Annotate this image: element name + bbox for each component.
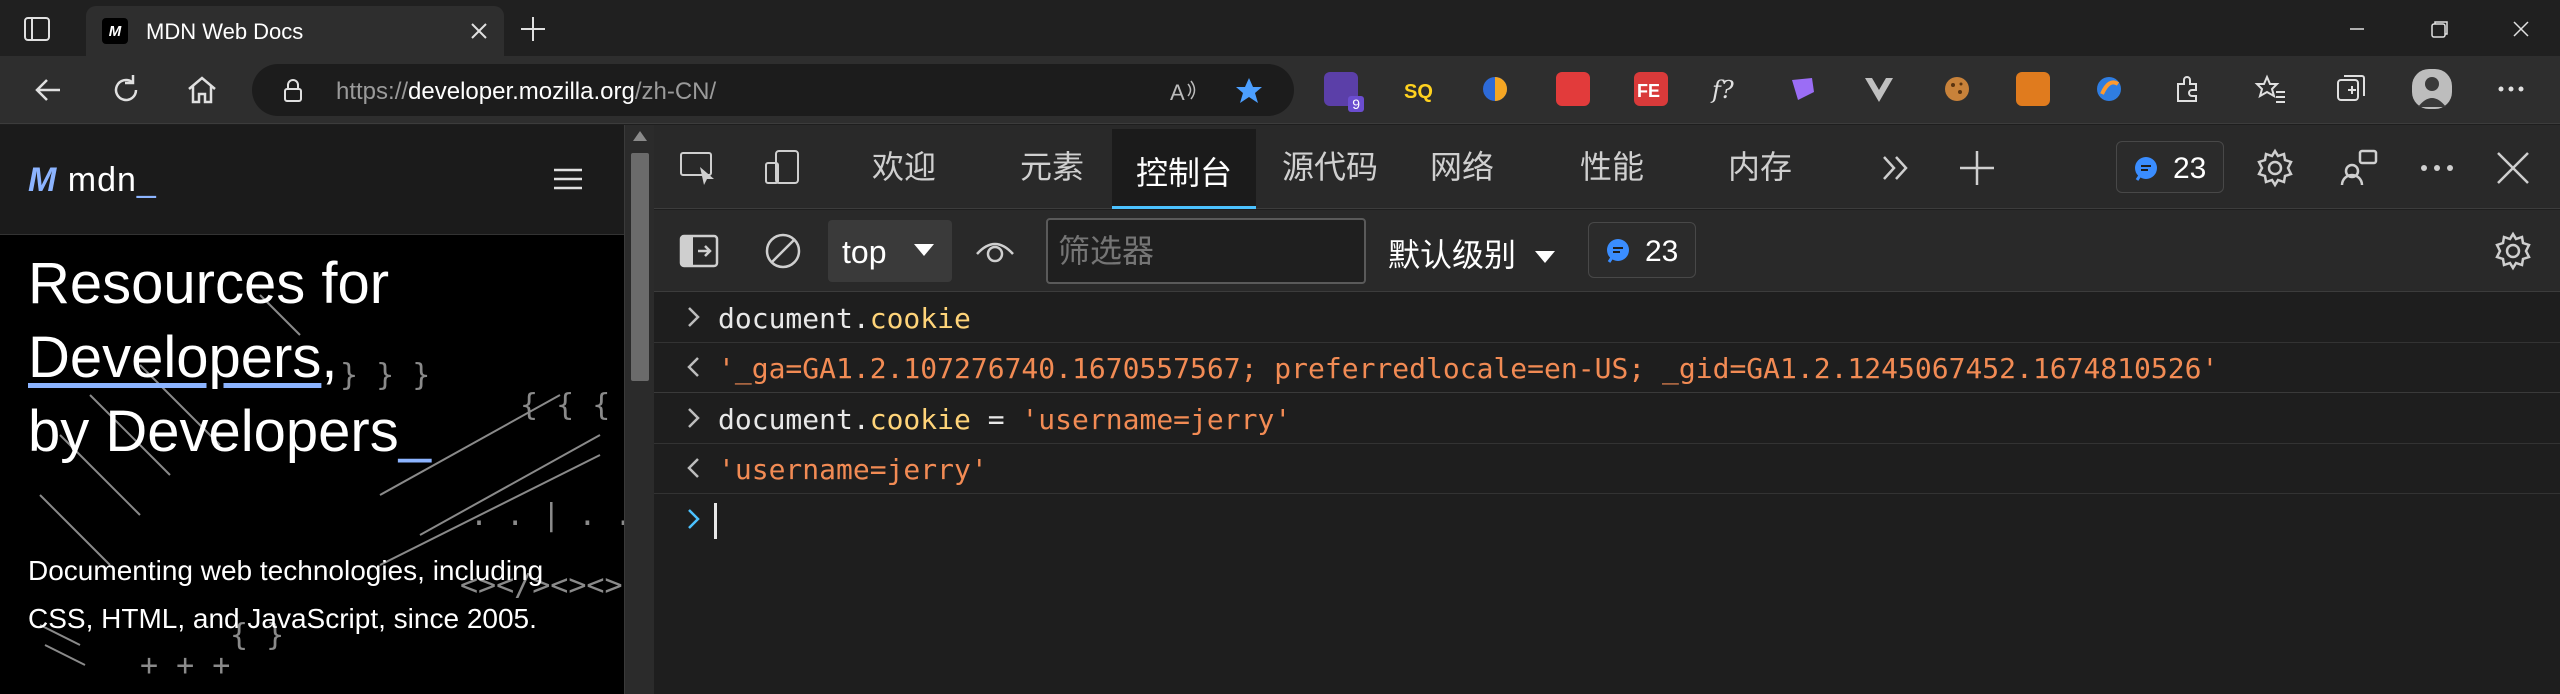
url-text[interactable]: https://developer.mozilla.org/zh-CN/ <box>336 78 716 106</box>
extensions-puzzle-icon[interactable] <box>2170 72 2204 106</box>
console-output[interactable]: document.cookie '_ga=GA1.2.107276740.167… <box>654 293 2560 694</box>
title-bar: M MDN Web Docs <box>0 0 2560 56</box>
extension-purple-icon[interactable] <box>1786 72 1820 106</box>
extension-fe-icon[interactable]: FE <box>1634 72 1668 106</box>
add-tool-icon[interactable] <box>1956 147 1998 189</box>
console-input-line[interactable]: document.cookie <box>654 293 2560 343</box>
tab-elements[interactable]: 元素 <box>1020 145 1084 209</box>
hero-description: Documenting web technologies, including … <box>28 555 544 634</box>
svg-text:f?: f? <box>1710 76 1734 104</box>
console-prompt[interactable] <box>654 495 2560 545</box>
extension-calculator-icon[interactable] <box>2016 72 2050 106</box>
favorites-icon[interactable] <box>2254 72 2288 106</box>
tab-title: MDN Web Docs <box>146 19 304 44</box>
tab-console[interactable]: 控制台 <box>1112 129 1257 209</box>
prompt-chevron-icon <box>688 509 700 529</box>
browser-tab[interactable]: M MDN Web Docs <box>86 6 504 56</box>
profile-avatar[interactable] <box>2412 69 2452 109</box>
tab-performance[interactable]: 性能 <box>1580 145 1644 209</box>
collections-icon[interactable] <box>2334 72 2368 106</box>
context-selector[interactable]: top <box>828 220 952 282</box>
console-message-icon <box>1607 239 1629 263</box>
navigation-bar: https://developer.mozilla.org/zh-CN/ A 9… <box>0 56 2560 124</box>
extension-1-icon[interactable]: 9 <box>1324 72 1364 112</box>
address-bar[interactable]: https://developer.mozilla.org/zh-CN/ A <box>252 64 1294 116</box>
toggle-sidebar-icon[interactable] <box>678 230 720 272</box>
settings-gear-icon[interactable] <box>2254 147 2296 189</box>
output-chevron-icon <box>687 357 699 377</box>
chevron-down-icon <box>914 244 934 256</box>
refresh-icon[interactable] <box>108 72 144 108</box>
svg-text:A: A <box>1170 80 1185 105</box>
home-icon[interactable] <box>184 72 220 108</box>
close-tab-icon[interactable] <box>466 18 492 44</box>
hero-line-2[interactable]: Developers <box>28 325 321 390</box>
favorite-star-icon[interactable] <box>1234 76 1264 106</box>
tab-memory[interactable]: 内存 <box>1728 145 1792 209</box>
more-tabs-icon[interactable] <box>1876 147 1918 189</box>
menu-icon[interactable] <box>552 165 584 193</box>
text-caret <box>714 503 717 539</box>
console-toolbar: top 默认级别 23 <box>654 210 2560 292</box>
back-icon[interactable] <box>30 72 66 108</box>
live-expression-eye-icon[interactable] <box>974 230 1016 272</box>
tab-network[interactable]: 网络 <box>1430 145 1494 209</box>
close-devtools-icon[interactable] <box>2492 147 2534 189</box>
extension-orange-icon[interactable] <box>1478 72 1512 106</box>
extension-cookie-icon[interactable] <box>1940 72 1974 106</box>
device-emulation-icon[interactable] <box>762 147 804 189</box>
minimize-icon[interactable] <box>2342 14 2372 44</box>
extension-cube-icon[interactable] <box>1556 72 1590 106</box>
extension-function-icon[interactable]: f? <box>1710 72 1744 106</box>
new-tab-icon[interactable] <box>518 14 548 44</box>
extension-vue-icon[interactable] <box>1862 72 1896 106</box>
deco-plus: + + + <box>140 648 230 683</box>
restore-icon[interactable] <box>2424 14 2454 44</box>
console-settings-gear-icon[interactable] <box>2492 230 2534 272</box>
output-chevron-icon <box>687 458 699 478</box>
hero-title: Resources for Developers, by Developers_ <box>28 247 588 469</box>
read-aloud-icon[interactable]: A <box>1168 76 1198 106</box>
lock-icon[interactable] <box>280 78 306 104</box>
input-chevron-icon <box>688 408 700 428</box>
inspect-element-icon[interactable] <box>678 147 720 189</box>
scroll-up-arrow-icon[interactable] <box>633 131 647 141</box>
clear-console-icon[interactable] <box>762 230 804 272</box>
mdn-favicon-icon: M <box>102 18 128 44</box>
hero-line-1: Resources for <box>28 251 390 316</box>
extension-globe-icon[interactable] <box>2092 72 2126 106</box>
devtools-more-icon[interactable] <box>2416 147 2458 189</box>
close-window-icon[interactable] <box>2506 14 2536 44</box>
svg-text:FE: FE <box>1637 81 1660 101</box>
tab-sources[interactable]: 源代码 <box>1282 145 1378 209</box>
deco-dots: . . | . . / <box>470 498 624 533</box>
devtools-toolbar: 欢迎 元素 控制台 源代码 网络 性能 内存 23 <box>654 125 2560 209</box>
more-options-icon[interactable] <box>2494 72 2528 106</box>
tab-actions-icon[interactable] <box>22 14 52 44</box>
web-page: { { { } } } . . | . . / { } + + + <></><… <box>0 125 624 694</box>
tab-welcome[interactable]: 欢迎 <box>872 145 936 209</box>
mdn-header: M mdn_ <box>0 125 624 235</box>
input-chevron-icon <box>688 307 700 327</box>
message-icon <box>2135 157 2157 181</box>
level-chevron-down-icon <box>1534 250 1555 263</box>
mdn-logo[interactable]: M mdn_ <box>28 161 157 200</box>
log-level-dropdown[interactable]: 默认级别 <box>1388 230 1557 276</box>
svg-text:SQ: SQ <box>1404 81 1433 103</box>
console-output-line[interactable]: 'username=jerry' <box>654 444 2560 494</box>
devtools-panel: 欢迎 元素 控制台 源代码 网络 性能 内存 23 top 筛选器 默认级别 2… <box>654 125 2560 694</box>
console-input-line[interactable]: document.cookie = 'username=jerry' <box>654 394 2560 444</box>
hero-line-3: by Developers <box>28 399 399 464</box>
extension-sq-icon[interactable]: SQ <box>1402 72 1436 106</box>
console-filter-input[interactable] <box>1046 218 1366 284</box>
page-scrollbar[interactable] <box>624 125 654 694</box>
feedback-icon[interactable] <box>2338 147 2380 189</box>
scrollbar-thumb[interactable] <box>631 153 649 381</box>
issues-badge[interactable]: 23 <box>2116 141 2224 193</box>
console-output-line[interactable]: '_ga=GA1.2.107276740.1670557567; preferr… <box>654 343 2560 393</box>
console-messages-badge[interactable]: 23 <box>1588 222 1696 278</box>
